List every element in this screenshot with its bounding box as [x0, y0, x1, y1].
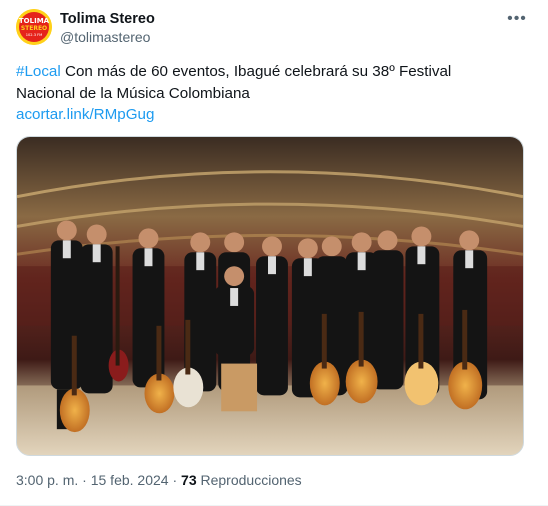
- post-meta: 3:00 p. m. · 15 feb. 2024 · 73 Reproducc…: [16, 472, 302, 488]
- post-photo[interactable]: [16, 136, 524, 456]
- post-url-link[interactable]: acortar.link/RMpGug: [16, 106, 154, 123]
- post-link-line: acortar.link/RMpGug: [16, 104, 154, 126]
- avatar-text-3: 102.3 FM: [26, 33, 43, 37]
- avatar[interactable]: TOLIMA STEREO 102.3 FM: [16, 9, 52, 45]
- avatar-logo: TOLIMA STEREO 102.3 FM: [16, 9, 52, 45]
- account-name[interactable]: Tolima Stereo: [60, 11, 155, 27]
- views-label: Reproducciones: [196, 472, 302, 488]
- post-body: Con más de 60 eventos, Ibagué celebrará …: [16, 63, 452, 102]
- post-date[interactable]: 15 feb. 2024: [91, 472, 169, 488]
- avatar-text-2: STEREO: [21, 25, 47, 32]
- account-handle[interactable]: @tolimastereo: [60, 29, 150, 45]
- tweet: TOLIMA STEREO 102.3 FM Tolima Stereo @to…: [0, 0, 548, 506]
- musician: [371, 230, 404, 390]
- meta-separator: ·: [78, 472, 91, 488]
- meta-separator: ·: [168, 472, 182, 488]
- post-text: #Local Con más de 60 eventos, Ibagué cel…: [16, 61, 496, 105]
- post-time[interactable]: 3:00 p. m.: [16, 472, 78, 488]
- photo-canvas: [17, 137, 523, 455]
- stage-floor: [17, 385, 523, 455]
- avatar-text-1: TOLIMA: [19, 17, 50, 25]
- hashtag-link[interactable]: #Local: [16, 63, 61, 80]
- more-options-button[interactable]: •••: [506, 9, 528, 29]
- cajon: [221, 363, 258, 412]
- views-count: 73: [181, 472, 197, 488]
- more-horizontal-icon: •••: [507, 10, 527, 27]
